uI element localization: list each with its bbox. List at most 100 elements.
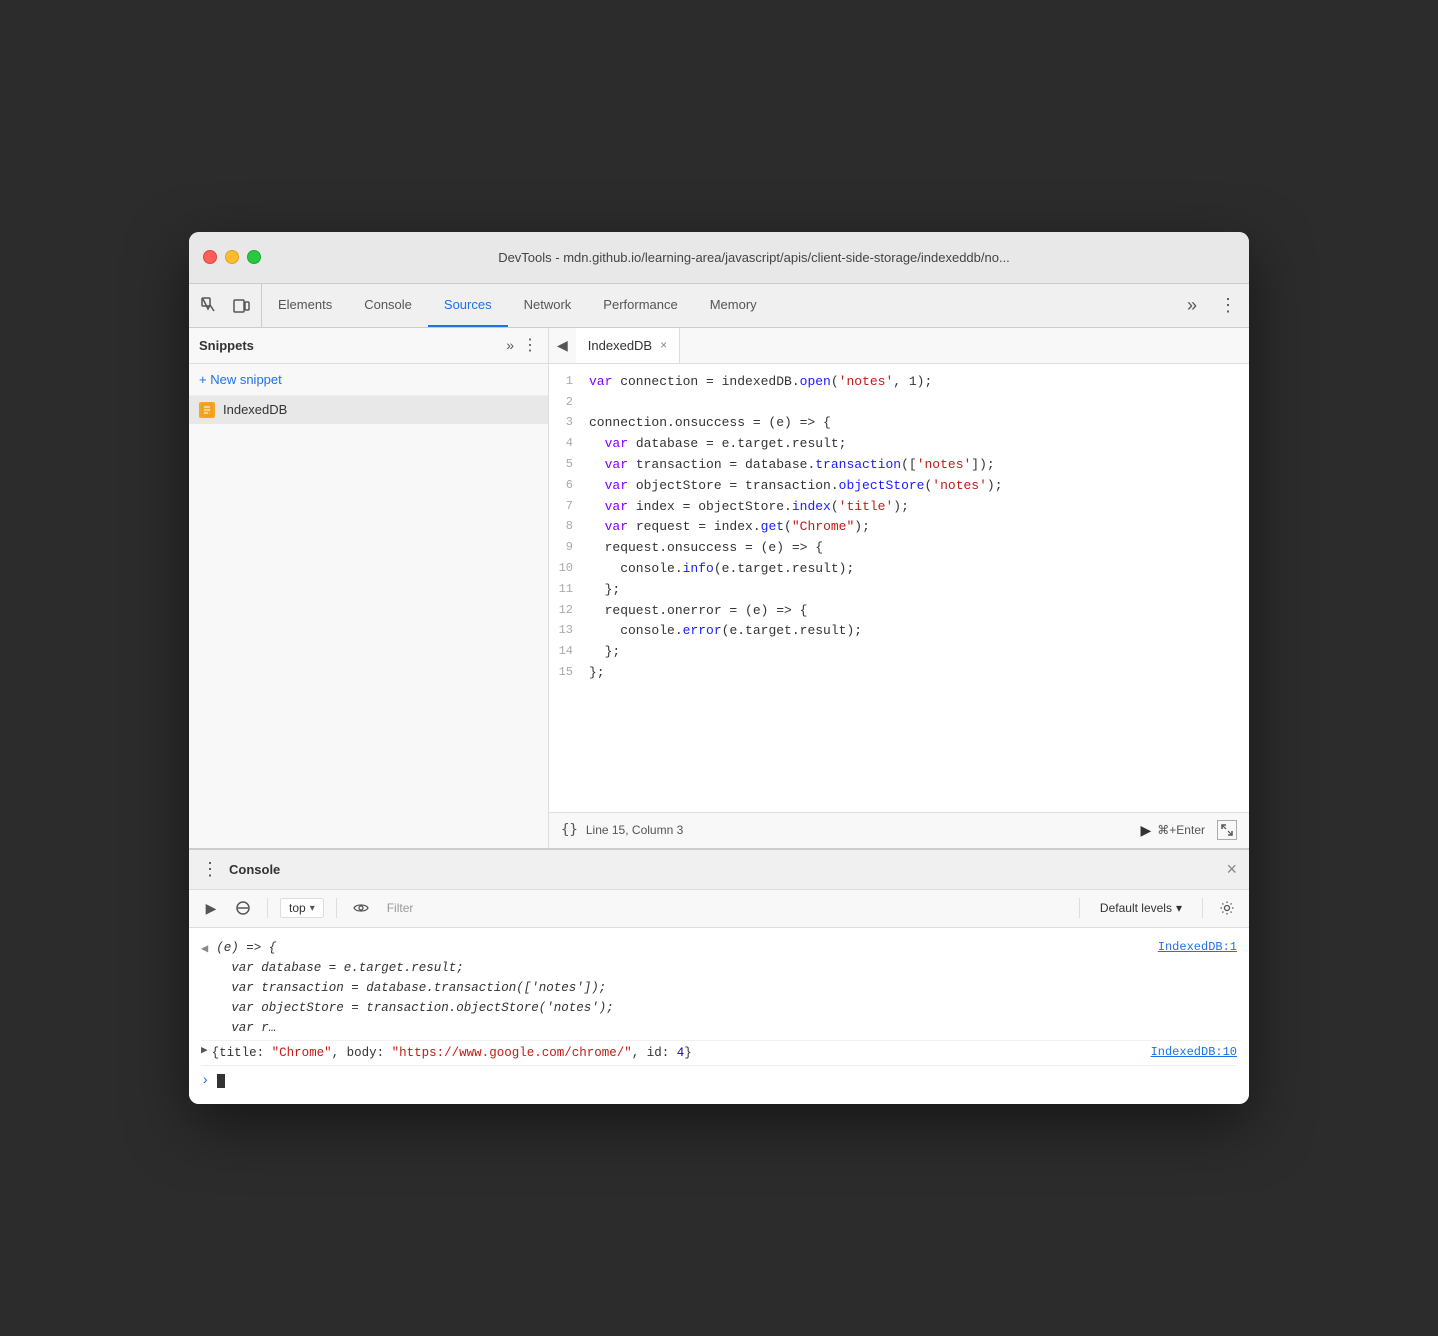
prompt-cursor bbox=[217, 1074, 225, 1088]
minimize-button[interactable] bbox=[225, 250, 239, 264]
settings-gear-icon[interactable] bbox=[1215, 896, 1239, 920]
code-line-12: 12 request.onerror = (e) => { bbox=[549, 601, 1249, 622]
titlebar: DevTools - mdn.github.io/learning-area/j… bbox=[189, 232, 1249, 284]
tab-performance[interactable]: Performance bbox=[587, 284, 693, 327]
code-line-8: 8 var request = index.get("Chrome"); bbox=[549, 517, 1249, 538]
line-number: 4 bbox=[549, 434, 589, 453]
close-button[interactable] bbox=[203, 250, 217, 264]
snippet-file-icon bbox=[199, 402, 215, 418]
line-content: console.info(e.target.result); bbox=[589, 559, 1249, 580]
inspect-icon[interactable] bbox=[199, 295, 219, 315]
line-content: }; bbox=[589, 580, 1249, 601]
line-number: 3 bbox=[549, 413, 589, 432]
console-close-button[interactable]: × bbox=[1226, 859, 1237, 880]
devtools-menu-button[interactable]: ⋮ bbox=[1207, 284, 1249, 327]
line-content: }; bbox=[589, 663, 1249, 684]
console-object-text: {title: "Chrome", body: "https://www.goo… bbox=[212, 1043, 1151, 1063]
line-number: 13 bbox=[549, 621, 589, 640]
line-number: 10 bbox=[549, 559, 589, 578]
console-play-icon[interactable]: ▶ bbox=[199, 896, 223, 920]
code-line-9: 9 request.onsuccess = (e) => { bbox=[549, 538, 1249, 559]
line-content: var request = index.get("Chrome"); bbox=[589, 517, 1249, 538]
line-number: 6 bbox=[549, 476, 589, 495]
editor-nav-back[interactable]: ◀ bbox=[549, 337, 576, 354]
console-filter-input[interactable] bbox=[381, 899, 1067, 917]
toolbar-separator bbox=[267, 898, 268, 918]
toolbar-separator-2 bbox=[336, 898, 337, 918]
format-icon[interactable]: {} bbox=[561, 822, 578, 838]
console-header: ⋮ Console × bbox=[189, 850, 1249, 890]
cursor-position: Line 15, Column 3 bbox=[586, 823, 683, 837]
snippet-name: IndexedDB bbox=[223, 402, 287, 417]
tab-sources[interactable]: Sources bbox=[428, 284, 508, 327]
line-number: 9 bbox=[549, 538, 589, 557]
devtools-toolbar: Elements Console Sources Network Perform… bbox=[189, 284, 1249, 328]
console-entry-link-1[interactable]: IndexedDB:1 bbox=[1158, 938, 1237, 957]
expand-button[interactable] bbox=[1217, 820, 1237, 840]
new-snippet-button[interactable]: + New snippet bbox=[189, 364, 548, 396]
console-toolbar: ▶ top ▾ Default lev bbox=[189, 890, 1249, 928]
tab-elements[interactable]: Elements bbox=[262, 284, 348, 327]
log-levels-selector[interactable]: Default levels ▾ bbox=[1092, 899, 1190, 917]
window-title: DevTools - mdn.github.io/learning-area/j… bbox=[273, 250, 1235, 265]
sidebar-title: Snippets bbox=[199, 338, 506, 353]
code-line-15: 15 }; bbox=[549, 663, 1249, 684]
status-left: {} Line 15, Column 3 bbox=[561, 822, 683, 838]
levels-label: Default levels bbox=[1100, 901, 1172, 915]
maximize-button[interactable] bbox=[247, 250, 261, 264]
line-content: var transaction = database.transaction([… bbox=[589, 455, 1249, 476]
sidebar-more-icon[interactable]: » bbox=[506, 337, 514, 353]
editor-area: ◀ IndexedDB × 1 var connection = indexed… bbox=[549, 328, 1249, 848]
line-number: 7 bbox=[549, 497, 589, 516]
devtools-window: DevTools - mdn.github.io/learning-area/j… bbox=[189, 232, 1249, 1104]
main-area: Snippets » ⋮ + New snippet IndexedDB bbox=[189, 328, 1249, 848]
expand-triangle-icon[interactable]: ▶ bbox=[201, 1043, 208, 1061]
run-button[interactable]: ▶ ⌘+Enter bbox=[1141, 822, 1205, 839]
tab-memory[interactable]: Memory bbox=[694, 284, 773, 327]
sidebar-header-icons: » ⋮ bbox=[506, 335, 538, 355]
sidebar-menu-icon[interactable]: ⋮ bbox=[522, 335, 538, 355]
line-content: var connection = indexedDB.open('notes',… bbox=[589, 372, 1249, 393]
traffic-lights bbox=[203, 250, 261, 264]
snippet-item-indexeddb[interactable]: IndexedDB bbox=[189, 396, 548, 424]
code-line-1: 1 var connection = indexedDB.open('notes… bbox=[549, 372, 1249, 393]
line-content bbox=[589, 393, 1249, 414]
sidebar-header: Snippets » ⋮ bbox=[189, 328, 548, 364]
code-line-6: 6 var objectStore = transaction.objectSt… bbox=[549, 476, 1249, 497]
console-clear-icon[interactable] bbox=[231, 896, 255, 920]
code-editor[interactable]: 1 var connection = indexedDB.open('notes… bbox=[549, 364, 1249, 812]
editor-tab-close[interactable]: × bbox=[660, 338, 667, 352]
more-tabs-button[interactable]: » bbox=[1177, 284, 1207, 327]
code-line-4: 4 var database = e.target.result; bbox=[549, 434, 1249, 455]
tab-network[interactable]: Network bbox=[508, 284, 588, 327]
editor-tab-indexeddb[interactable]: IndexedDB × bbox=[576, 328, 680, 363]
prompt-arrow-icon: › bbox=[201, 1070, 209, 1092]
console-menu-icon[interactable]: ⋮ bbox=[201, 859, 219, 880]
line-number: 8 bbox=[549, 517, 589, 536]
status-right: ▶ ⌘+Enter bbox=[1141, 820, 1237, 840]
toolbar-separator-4 bbox=[1202, 898, 1203, 918]
line-number: 14 bbox=[549, 642, 589, 661]
line-content: request.onsuccess = (e) => { bbox=[589, 538, 1249, 559]
tab-console[interactable]: Console bbox=[348, 284, 428, 327]
context-selector[interactable]: top ▾ bbox=[280, 898, 324, 918]
console-panel: ⋮ Console × ▶ top ▾ bbox=[189, 848, 1249, 1104]
code-line-14: 14 }; bbox=[549, 642, 1249, 663]
line-number: 12 bbox=[549, 601, 589, 620]
line-content: connection.onsuccess = (e) => { bbox=[589, 413, 1249, 434]
line-content: request.onerror = (e) => { bbox=[589, 601, 1249, 622]
line-number: 15 bbox=[549, 663, 589, 682]
code-line-5: 5 var transaction = database.transaction… bbox=[549, 455, 1249, 476]
line-content: console.error(e.target.result); bbox=[589, 621, 1249, 642]
console-prompt[interactable]: › bbox=[201, 1066, 1237, 1096]
editor-status-bar: {} Line 15, Column 3 ▶ ⌘+Enter bbox=[549, 812, 1249, 848]
console-entry-link-2[interactable]: IndexedDB:10 bbox=[1151, 1043, 1237, 1062]
code-line-11: 11 }; bbox=[549, 580, 1249, 601]
device-icon[interactable] bbox=[231, 295, 251, 315]
context-label: top bbox=[289, 901, 306, 915]
console-entry-1: ◀ (e) => { var database = e.target.resul… bbox=[201, 936, 1237, 1041]
eye-icon[interactable] bbox=[349, 896, 373, 920]
console-entry-arrow: ◀ bbox=[201, 940, 208, 959]
line-number: 2 bbox=[549, 393, 589, 412]
line-content: var objectStore = transaction.objectStor… bbox=[589, 476, 1249, 497]
